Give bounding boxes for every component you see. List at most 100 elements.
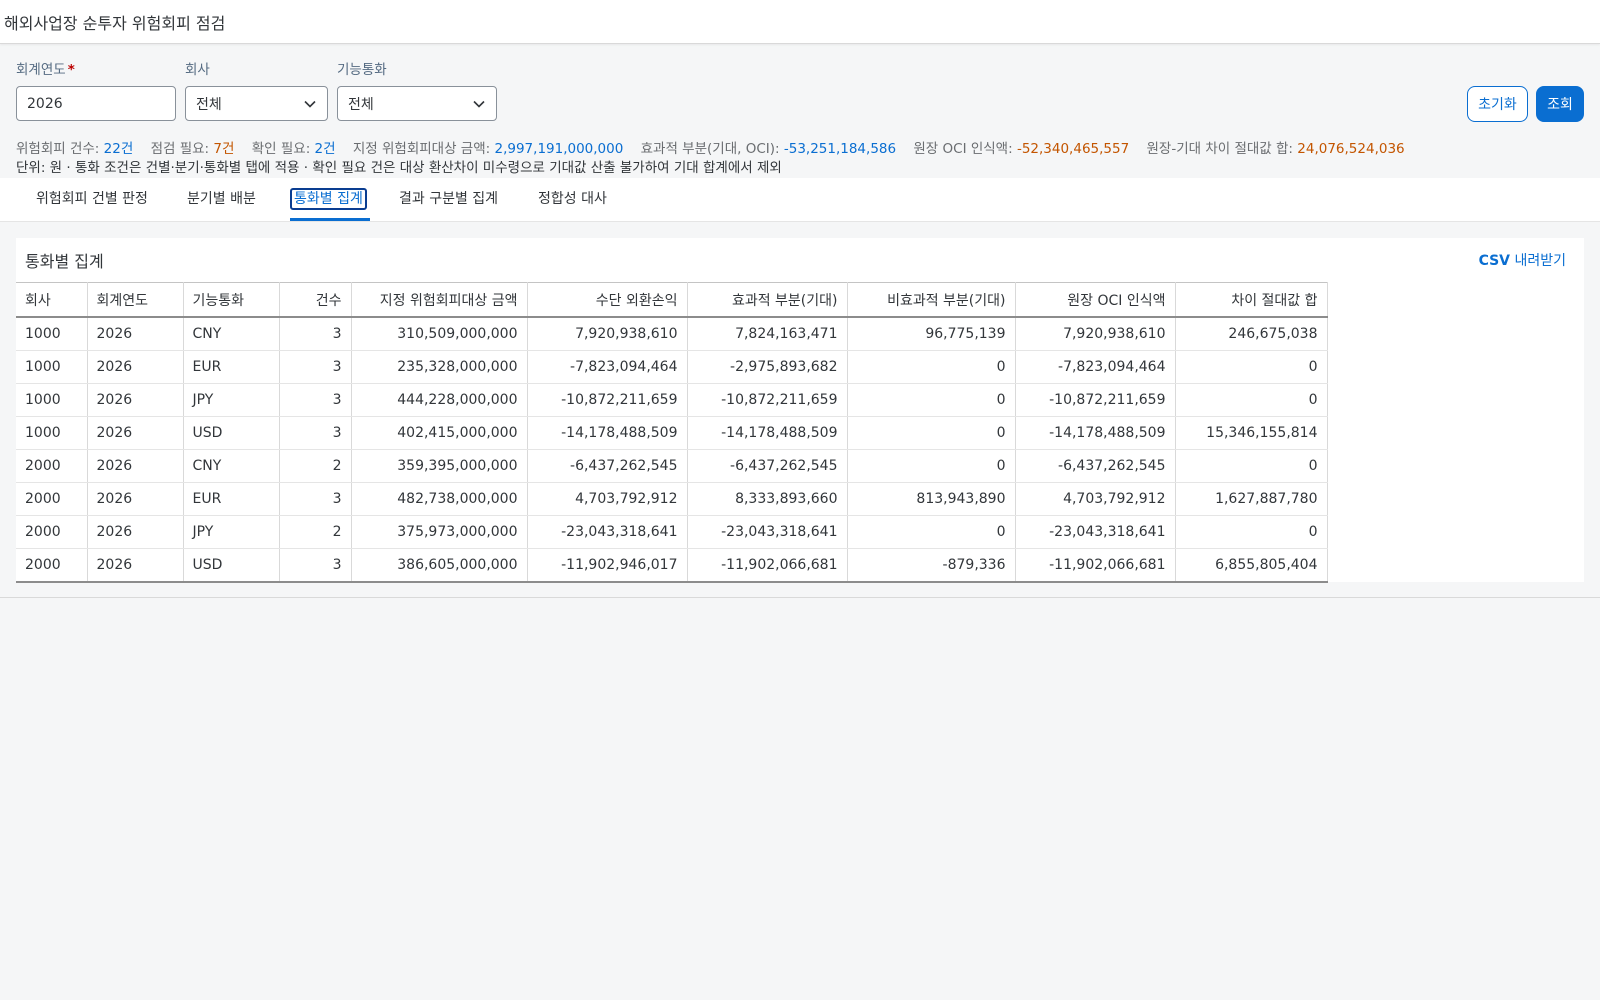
cell-ineffective-portion: 0: [847, 449, 1016, 483]
table-row: 2000 2026 CNY 2 359,395,000,000 -6,437,2…: [16, 449, 1328, 483]
tab-consistency-check[interactable]: 정합성 대사: [538, 178, 607, 221]
summary-line: 위험회피 건수: 22건 점검 필요: 7건 확인 필요: 2건 지정 위험회피…: [16, 140, 1418, 158]
cell-designated-amount: 359,395,000,000: [351, 449, 528, 483]
cell-designated-amount: 444,228,000,000: [351, 383, 528, 417]
cell-abs-diff-sum: 15,346,155,814: [1175, 416, 1328, 450]
currency-select[interactable]: 전체: [337, 86, 497, 121]
tab-currency-summary[interactable]: 통화별 집계: [290, 178, 367, 221]
cell-instrument-fx-gain-loss: -7,823,094,464: [527, 350, 688, 384]
cell-currency: JPY: [183, 383, 280, 417]
summary-check-needed: 점검 필요: 7건: [150, 141, 235, 157]
fiscal-year-input[interactable]: 2026: [16, 86, 176, 121]
cell-fiscal-year: 2026: [87, 482, 184, 516]
summary-effective: 효과적 부분(기대, OCI): -53,251,184,586: [640, 141, 897, 157]
cell-currency: USD: [183, 548, 280, 583]
column-header[interactable]: 수단 외환손익: [527, 282, 688, 318]
table-row: 1000 2026 JPY 3 444,228,000,000 -10,872,…: [16, 383, 1328, 417]
reset-button[interactable]: 초기화: [1467, 86, 1528, 122]
cell-fiscal-year: 2026: [87, 515, 184, 549]
column-header[interactable]: 원장 OCI 인식액: [1015, 282, 1176, 318]
page-title: 해외사업장 순투자 위험회피 점검: [4, 13, 226, 33]
cell-ledger-oci: -6,437,262,545: [1015, 449, 1176, 483]
cell-currency: EUR: [183, 350, 280, 384]
cell-designated-amount: 375,973,000,000: [351, 515, 528, 549]
column-header[interactable]: 건수: [279, 282, 352, 318]
cell-instrument-fx-gain-loss: 7,920,938,610: [527, 317, 688, 351]
cell-abs-diff-sum: 6,855,805,404: [1175, 548, 1328, 583]
cell-fiscal-year: 2026: [87, 548, 184, 583]
cell-company: 2000: [16, 449, 88, 483]
required-mark: *: [67, 62, 75, 78]
tab-case-judgment[interactable]: 위험회피 건별 판정: [36, 178, 148, 221]
cell-abs-diff-sum: 0: [1175, 383, 1328, 417]
filter-bar: 회계연도 * 2026 회사 전체 기능통화 전체: [0, 44, 1600, 124]
table-row: 2000 2026 USD 3 386,605,000,000 -11,902,…: [16, 548, 1328, 583]
search-button[interactable]: 조회: [1536, 86, 1584, 122]
cell-abs-diff-sum: 0: [1175, 350, 1328, 384]
cell-effective-portion: -23,043,318,641: [687, 515, 848, 549]
column-header[interactable]: 지정 위험회피대상 금액: [351, 282, 528, 318]
column-header[interactable]: 회계연도: [87, 282, 184, 318]
cell-count: 2: [279, 515, 352, 549]
column-header[interactable]: 차이 절대값 합: [1175, 282, 1328, 318]
column-header[interactable]: 회사: [16, 282, 88, 318]
cell-currency: EUR: [183, 482, 280, 516]
column-header[interactable]: 효과적 부분(기대): [687, 282, 848, 318]
cell-currency: USD: [183, 416, 280, 450]
currency-summary-panel: 통화별 집계 CSV 내려받기 회사 회계연도 기능통화 건수 지정 위험회피대…: [16, 238, 1584, 583]
tab-bar: 위험회피 건별 판정 분기별 배분 통화별 집계 결과 구분별 집계 정합성 대…: [0, 178, 1600, 222]
cell-ineffective-portion: 813,943,890: [847, 482, 1016, 516]
table-row: 2000 2026 JPY 2 375,973,000,000 -23,043,…: [16, 515, 1328, 549]
cell-abs-diff-sum: 1,627,887,780: [1175, 482, 1328, 516]
content-divider: [0, 597, 1600, 598]
cell-designated-amount: 310,509,000,000: [351, 317, 528, 351]
cell-ledger-oci: 4,703,792,912: [1015, 482, 1176, 516]
cell-count: 3: [279, 416, 352, 450]
cell-abs-diff-sum: 246,675,038: [1175, 317, 1328, 351]
panel-title: 통화별 집계: [25, 252, 104, 271]
cell-currency: JPY: [183, 515, 280, 549]
cell-count: 3: [279, 482, 352, 516]
cell-ledger-oci: -11,902,066,681: [1015, 548, 1176, 583]
cell-instrument-fx-gain-loss: -10,872,211,659: [527, 383, 688, 417]
cell-effective-portion: -10,872,211,659: [687, 383, 848, 417]
fiscal-year-field: 회계연도 * 2026: [16, 60, 176, 121]
cell-ineffective-portion: 96,775,139: [847, 317, 1016, 351]
cell-abs-diff-sum: 0: [1175, 449, 1328, 483]
csv-download-link[interactable]: CSV 내려받기: [1479, 250, 1566, 270]
cell-instrument-fx-gain-loss: -6,437,262,545: [527, 449, 688, 483]
currency-field: 기능통화 전체: [337, 60, 497, 121]
tab-quarterly-allocation[interactable]: 분기별 배분: [187, 178, 256, 221]
company-select-value: 전체: [196, 96, 222, 113]
cell-ineffective-portion: 0: [847, 515, 1016, 549]
cell-designated-amount: 235,328,000,000: [351, 350, 528, 384]
table-row: 1000 2026 EUR 3 235,328,000,000 -7,823,0…: [16, 350, 1328, 384]
cell-fiscal-year: 2026: [87, 383, 184, 417]
title-bar: 해외사업장 순투자 위험회피 점검: [0, 0, 1600, 44]
cell-company: 1000: [16, 383, 88, 417]
cell-designated-amount: 402,415,000,000: [351, 416, 528, 450]
cell-ineffective-portion: 0: [847, 383, 1016, 417]
summary-confirm-needed: 확인 필요: 2건: [251, 141, 336, 157]
cell-company: 1000: [16, 350, 88, 384]
chevron-down-icon: [303, 97, 317, 111]
company-select[interactable]: 전체: [185, 86, 328, 121]
cell-count: 3: [279, 350, 352, 384]
active-tab-indicator: [290, 218, 370, 221]
cell-ledger-oci: -14,178,488,509: [1015, 416, 1176, 450]
tab-result-category-summary[interactable]: 결과 구분별 집계: [399, 178, 498, 221]
cell-ledger-oci: 7,920,938,610: [1015, 317, 1176, 351]
chevron-down-icon: [472, 97, 486, 111]
cell-instrument-fx-gain-loss: -11,902,946,017: [527, 548, 688, 583]
cell-company: 2000: [16, 548, 88, 583]
cell-ledger-oci: -23,043,318,641: [1015, 515, 1176, 549]
column-header[interactable]: 기능통화: [183, 282, 280, 318]
cell-ledger-oci: -10,872,211,659: [1015, 383, 1176, 417]
cell-ledger-oci: -7,823,094,464: [1015, 350, 1176, 384]
column-header[interactable]: 비효과적 부분(기대): [847, 282, 1016, 318]
cell-ineffective-portion: 0: [847, 350, 1016, 384]
cell-instrument-fx-gain-loss: 4,703,792,912: [527, 482, 688, 516]
cell-company: 1000: [16, 416, 88, 450]
cell-effective-portion: -11,902,066,681: [687, 548, 848, 583]
cell-fiscal-year: 2026: [87, 317, 184, 351]
